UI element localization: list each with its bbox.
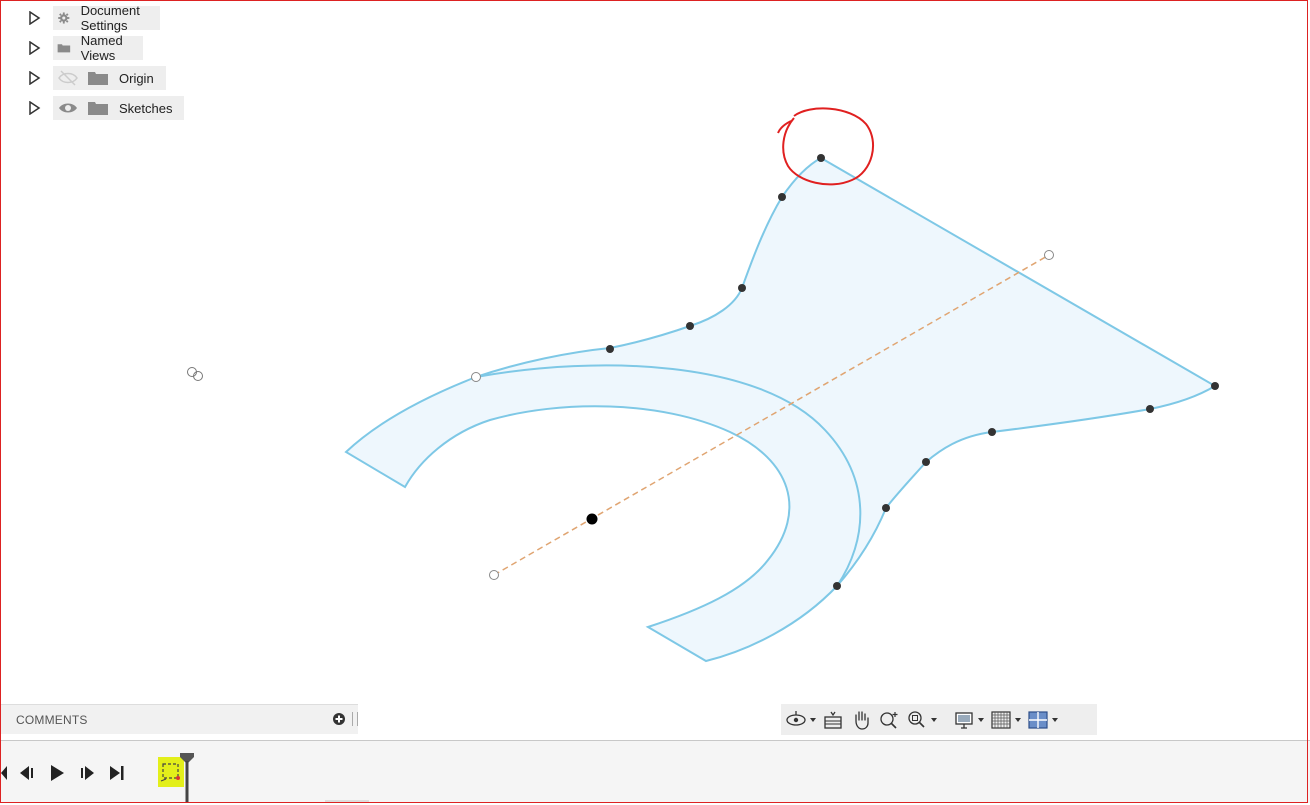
orbit-icon: [786, 710, 806, 726]
zoom-icon: [880, 711, 898, 729]
fit-point[interactable]: [988, 428, 996, 436]
fit-point[interactable]: [1146, 405, 1154, 413]
fit-point[interactable]: [817, 154, 825, 162]
fit-point[interactable]: [606, 345, 614, 353]
viewports-button[interactable]: [1027, 708, 1058, 732]
fit-dropdown-icon[interactable]: [931, 717, 937, 722]
go-to-end-icon: [110, 766, 124, 780]
rewind-button[interactable]: [0, 763, 12, 783]
construction-midpoint[interactable]: [586, 513, 598, 525]
grid-dropdown-icon[interactable]: [1015, 717, 1021, 722]
expand-triangle-icon[interactable]: [27, 71, 41, 85]
panel-resize-grip[interactable]: [352, 712, 358, 726]
navigation-bar: [781, 704, 1097, 735]
comments-label: COMMENTS: [16, 713, 88, 727]
grid-icon: [991, 710, 1011, 729]
play-icon: [51, 765, 64, 781]
orbit-button[interactable]: [785, 708, 816, 732]
browser-item-label: Document Settings: [80, 3, 140, 33]
gear-icon: [58, 12, 70, 24]
rewind-icon: [1, 766, 7, 780]
timeline-marker-icon[interactable]: [180, 753, 194, 803]
fit-icon: [908, 710, 925, 728]
fit-button[interactable]: [906, 708, 937, 732]
folder-icon: [57, 44, 71, 53]
expand-triangle-icon[interactable]: [27, 41, 41, 55]
fit-point[interactable]: [686, 322, 694, 330]
browser-item-label: Origin: [119, 70, 154, 86]
pan-icon: [855, 710, 869, 730]
sketch-open-point[interactable]: [471, 372, 481, 382]
step-forward-icon: [81, 766, 94, 780]
fit-point[interactable]: [882, 504, 890, 512]
pan-button[interactable]: [850, 708, 872, 732]
fit-point[interactable]: [1211, 382, 1219, 390]
design-canvas[interactable]: [0, 0, 1310, 740]
display-settings-dropdown-icon[interactable]: [978, 717, 984, 722]
sketch-viewport[interactable]: [0, 0, 1310, 740]
timeline: [0, 740, 1310, 803]
origin-symbol[interactable]: [187, 367, 203, 381]
step-back-icon: [20, 766, 33, 780]
zoom-button[interactable]: [878, 708, 900, 732]
fit-point[interactable]: [778, 193, 786, 201]
construction-endpoint[interactable]: [1044, 250, 1054, 260]
timeline-controls: [0, 763, 132, 783]
browser-item-box[interactable]: Named Views: [53, 33, 143, 63]
browser-item-label: Sketches: [119, 100, 173, 116]
status-stripe: [325, 800, 369, 803]
display-settings-icon: [955, 711, 973, 729]
browser-item-box[interactable]: Sketches: [53, 96, 185, 120]
construction-endpoint[interactable]: [489, 570, 499, 580]
viewports-dropdown-icon[interactable]: [1052, 717, 1058, 722]
folder-icon: [88, 72, 108, 85]
browser-item-label: Named Views: [80, 33, 123, 63]
expand-triangle-icon[interactable]: [27, 11, 41, 25]
orbit-dropdown-icon[interactable]: [810, 717, 816, 722]
comments-panel[interactable]: COMMENTS: [0, 704, 358, 734]
hidden-eye-icon[interactable]: [57, 67, 79, 89]
viewports-icon: [1028, 710, 1048, 729]
add-comment-icon[interactable]: [333, 713, 345, 725]
look-at-button[interactable]: [822, 708, 844, 732]
grid-button[interactable]: [990, 708, 1021, 732]
folder-icon: [88, 102, 108, 115]
fit-point[interactable]: [922, 458, 930, 466]
go-to-end-button[interactable]: [102, 763, 132, 783]
expand-triangle-icon[interactable]: [27, 101, 41, 115]
play-button[interactable]: [42, 763, 72, 783]
display-settings-button[interactable]: [953, 708, 984, 732]
step-forward-button[interactable]: [72, 763, 102, 783]
fit-point[interactable]: [738, 284, 746, 292]
look-at-icon: [824, 711, 842, 729]
browser-item-box[interactable]: Origin: [53, 66, 166, 90]
fit-point[interactable]: [833, 582, 841, 590]
eye-icon[interactable]: [57, 97, 79, 119]
browser-item-box[interactable]: Document Settings: [53, 3, 161, 33]
step-back-button[interactable]: [12, 763, 42, 783]
